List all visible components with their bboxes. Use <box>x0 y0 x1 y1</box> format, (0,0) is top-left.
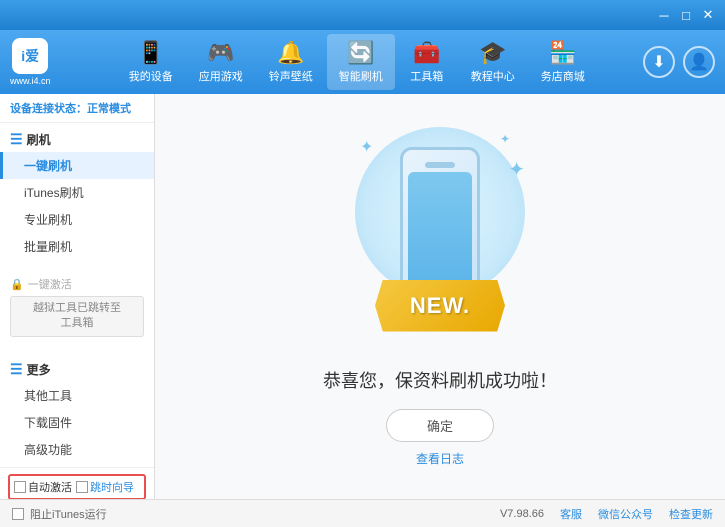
sidebar-section-flash: ☰ 刷机 一键刷机 iTunes刷机 专业刷机 批量刷机 <box>0 123 154 264</box>
success-message: 恭喜您，保资料刷机成功啦！ <box>323 367 557 393</box>
nav-my-device[interactable]: 📱 我的设备 <box>117 34 185 90</box>
activate-label: 一键激活 <box>28 276 72 292</box>
header: i爱 www.i4.cn 📱 我的设备 🎮 应用游戏 🔔 铃声壁纸 🔄 智能刷机… <box>0 30 725 94</box>
minimize-button[interactable]: ─ <box>655 6 673 24</box>
lock-icon: 🔒 <box>10 278 24 291</box>
header-right: ⬇ 👤 <box>643 46 715 78</box>
maximize-button[interactable]: □ <box>677 6 695 24</box>
sidebar-item-advanced[interactable]: 高级功能 <box>0 436 154 463</box>
footer-right: V7.98.66 客服 微信公众号 检查更新 <box>500 506 713 522</box>
sidebar-item-other-tools[interactable]: 其他工具 <box>0 382 154 409</box>
my-device-icon: 📱 <box>137 40 164 66</box>
close-button[interactable]: ✕ <box>699 6 717 24</box>
my-device-label: 我的设备 <box>129 68 173 84</box>
activate-disabled-box: 越狱工具已跳转至工具箱 <box>10 296 144 337</box>
success-illustration: ✦ ✦ ✦ NEW. <box>340 127 540 347</box>
nav-bar: 📱 我的设备 🎮 应用游戏 🔔 铃声壁纸 🔄 智能刷机 🧰 工具箱 🎓 教程中心… <box>71 34 643 90</box>
store-icon: 🏪 <box>549 40 576 66</box>
sidebar-item-pro-flash[interactable]: 专业刷机 <box>0 206 154 233</box>
sidebar-status: 设备连接状态：正常模式 <box>0 94 154 123</box>
status-label: 设备连接状态： <box>10 103 87 115</box>
app-game-label: 应用游戏 <box>199 68 243 84</box>
sidebar-item-download-firmware[interactable]: 下载固件 <box>0 409 154 436</box>
footer-left: 阻止iTunes运行 <box>12 506 107 522</box>
new-banner: NEW. <box>375 280 505 332</box>
footer-link-wechat[interactable]: 微信公众号 <box>598 506 653 522</box>
time-guide-label: 跳时向导 <box>90 479 134 495</box>
time-guide-checkbox-box[interactable] <box>76 481 88 493</box>
sidebar-item-batch-flash[interactable]: 批量刷机 <box>0 233 154 260</box>
user-button[interactable]: 👤 <box>683 46 715 78</box>
toolbox-icon: 🧰 <box>413 40 440 66</box>
toolbox-label: 工具箱 <box>410 68 443 84</box>
nav-app-game[interactable]: 🎮 应用游戏 <box>187 34 255 90</box>
window-buttons: ─ □ ✕ <box>655 6 717 24</box>
app-game-icon: 🎮 <box>207 40 234 66</box>
nav-store[interactable]: 🏪 务店商城 <box>529 34 597 90</box>
star-icon-3: ✦ <box>508 157 525 182</box>
nav-ringtone[interactable]: 🔔 铃声壁纸 <box>257 34 325 90</box>
auto-activate-label: 自动激活 <box>28 479 72 495</box>
logo-icon: i爱 <box>12 38 48 74</box>
smart-flash-label: 智能刷机 <box>339 68 383 84</box>
itunes-label: 阻止iTunes运行 <box>30 506 107 522</box>
smart-flash-icon: 🔄 <box>347 40 374 66</box>
auto-activate-checkbox-box[interactable] <box>14 481 26 493</box>
auto-options-box: 自动激活 跳时向导 <box>8 474 146 499</box>
logo-url: www.i4.cn <box>10 76 51 86</box>
sidebar-bottom: 自动激活 跳时向导 📱 iPhone 15 Pro Max 512GB iPho… <box>0 467 154 499</box>
ringtone-label: 铃声壁纸 <box>269 68 313 84</box>
content-area: ✦ ✦ ✦ NEW. 恭喜您，保资料刷机成功啦！ 确定 查看日志 <box>155 94 725 499</box>
sidebar-section-activate: 🔒 一键激活 越狱工具已跳转至工具箱 <box>0 272 154 345</box>
download-button[interactable]: ⬇ <box>643 46 675 78</box>
more-group-label: 更多 <box>27 361 51 378</box>
window-controls-bar: ─ □ ✕ <box>0 0 725 30</box>
log-link[interactable]: 查看日志 <box>416 450 464 467</box>
tutorial-label: 教程中心 <box>471 68 515 84</box>
confirm-button[interactable]: 确定 <box>386 409 494 442</box>
new-label: NEW. <box>410 293 470 319</box>
nav-toolbox[interactable]: 🧰 工具箱 <box>397 34 457 90</box>
flash-group-label: 刷机 <box>27 131 51 148</box>
star-icon-1: ✦ <box>360 137 373 157</box>
footer-link-update[interactable]: 检查更新 <box>669 506 713 522</box>
sidebar-group-flash: ☰ 刷机 <box>0 127 154 152</box>
sidebar-item-one-key-flash[interactable]: 一键刷机 <box>0 152 154 179</box>
main-area: 设备连接状态：正常模式 ☰ 刷机 一键刷机 iTunes刷机 专业刷机 批量刷机… <box>0 94 725 499</box>
flash-group-icon: ☰ <box>10 131 23 148</box>
time-guide-option[interactable]: 跳时向导 <box>76 479 134 495</box>
sidebar-item-itunes-flash[interactable]: iTunes刷机 <box>0 179 154 206</box>
sidebar: 设备连接状态：正常模式 ☰ 刷机 一键刷机 iTunes刷机 专业刷机 批量刷机… <box>0 94 155 499</box>
store-label: 务店商城 <box>541 68 585 84</box>
itunes-checkbox[interactable] <box>12 508 24 520</box>
more-group-icon: ☰ <box>10 361 23 378</box>
nav-tutorial[interactable]: 🎓 教程中心 <box>459 34 527 90</box>
phone-notch <box>425 162 455 168</box>
version-label: V7.98.66 <box>500 508 544 520</box>
ringtone-icon: 🔔 <box>277 40 304 66</box>
sidebar-section-more: ☰ 更多 其他工具 下载固件 高级功能 <box>0 353 154 467</box>
sidebar-group-more: ☰ 更多 <box>0 357 154 382</box>
phone-screen <box>408 172 472 292</box>
auto-activate-checkbox[interactable]: 自动激活 <box>14 479 72 495</box>
star-icon-2: ✦ <box>500 132 510 146</box>
activate-disabled-label: 🔒 一键激活 <box>10 276 144 292</box>
tutorial-icon: 🎓 <box>479 40 506 66</box>
nav-smart-flash[interactable]: 🔄 智能刷机 <box>327 34 395 90</box>
status-value: 正常模式 <box>87 103 131 115</box>
footer: 阻止iTunes运行 V7.98.66 客服 微信公众号 检查更新 <box>0 499 725 527</box>
footer-link-service[interactable]: 客服 <box>560 506 582 522</box>
logo[interactable]: i爱 www.i4.cn <box>10 38 51 86</box>
